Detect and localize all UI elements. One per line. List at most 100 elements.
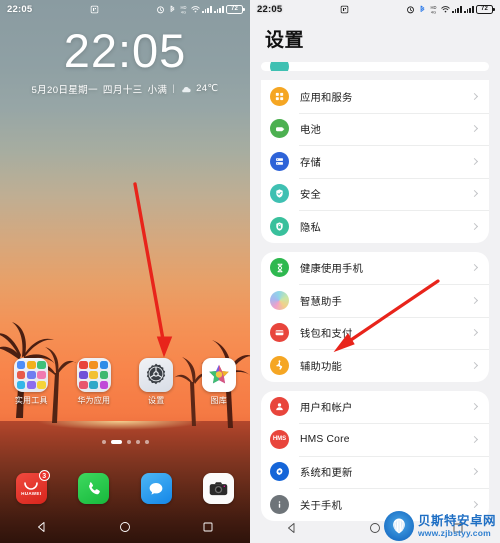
date-solar-term: 小满 (147, 84, 168, 96)
settings-row-hms-core[interactable]: HMS HMS Core (261, 423, 489, 456)
dock-item-messages[interactable] (125, 473, 188, 504)
wallet-payment-icon (270, 323, 289, 343)
hms-core-icon: HMS (270, 429, 289, 449)
partial-row-icon (270, 62, 289, 71)
dock-item-appgallery[interactable]: 3 HUAWEI (0, 470, 63, 504)
svg-text:4G: 4G (181, 10, 186, 14)
chevron-right-icon (470, 264, 479, 272)
status-icons: HD 4G 72 (406, 4, 495, 14)
recents-icon[interactable] (202, 521, 214, 533)
screenshot-root: 22:05 HD 4G 72 22:05 5月20日星期一 四月十三 小满 | … (0, 0, 500, 543)
shell-logo-icon (383, 511, 414, 541)
settings-row-label: 系统和更新 (300, 468, 353, 480)
app-icon-gallery[interactable]: 图库 (188, 358, 251, 406)
watermark: 贝斯特安卓网 www.zjbstyy.com (383, 511, 496, 541)
chevron-right-icon (470, 157, 479, 165)
settings-row-ai-assistant[interactable]: 智慧助手 (261, 284, 489, 317)
settings-gear-icon[interactable] (139, 358, 174, 392)
lockscreen-clock-widget: 22:05 5月20日星期一 四月十三 小满 | 24℃ (0, 24, 250, 96)
settings-group-1: 应用和服务 电池 存储 安全 隐私 (261, 80, 489, 243)
dock-item-camera[interactable] (188, 473, 251, 504)
folder-icon[interactable] (76, 358, 111, 392)
settings-row-storage[interactable]: 存储 (261, 145, 489, 178)
settings-row-accessibility[interactable]: 辅助功能 (261, 349, 489, 382)
clock-time: 22:05 (63, 24, 187, 77)
camera-icon[interactable] (203, 473, 235, 504)
date-lunar: 四月十三 (102, 84, 143, 96)
settings-row-label: 应用和服务 (300, 92, 353, 104)
status-time: 22:05 (257, 3, 283, 15)
signal-bars-icon-1 (452, 5, 462, 13)
page-dot-active[interactable] (110, 440, 122, 444)
privacy-lock-icon (270, 216, 289, 236)
page-dot[interactable] (144, 440, 149, 444)
left-nav-bar (0, 511, 250, 543)
battery-icon (270, 119, 289, 139)
settings-row-label: 健康使用手机 (300, 264, 363, 276)
brand-text: HUAWEI (21, 490, 42, 496)
wifi-icon (441, 5, 450, 12)
signal-bars-icon-2 (214, 5, 224, 13)
hd-call-icon: HD 4G (431, 5, 437, 14)
scrolled-partial-row (261, 62, 489, 71)
svg-text:4G: 4G (431, 10, 436, 14)
svg-text:HD: HD (181, 5, 187, 10)
settings-row-wallet-payment[interactable]: 钱包和支付 (261, 316, 489, 350)
app-icon-settings[interactable]: 设置 (125, 358, 188, 406)
svg-text:HD: HD (431, 5, 437, 10)
about-phone-icon (270, 494, 289, 514)
chevron-right-icon (470, 296, 479, 304)
bluetooth-icon (420, 5, 425, 12)
page-dot[interactable] (135, 440, 140, 444)
settings-row-privacy[interactable]: 隐私 (261, 210, 489, 243)
digital-balance-icon (270, 258, 289, 278)
signal-bars-icon-1 (202, 5, 212, 13)
page-indicator-dots[interactable] (0, 440, 250, 444)
page-dot[interactable] (126, 440, 131, 444)
notification-icon (90, 5, 99, 13)
date-separator: | (172, 83, 176, 95)
settings-row-battery[interactable]: 电池 (261, 112, 489, 146)
status-icons: HD 4G 72 (156, 4, 245, 14)
settings-row-label: 存储 (300, 157, 321, 169)
app-label: 华为应用 (77, 396, 111, 405)
app-label: 图库 (210, 396, 227, 405)
settings-row-digital-balance[interactable]: 健康使用手机 (261, 252, 489, 285)
chevron-right-icon (470, 403, 479, 411)
dock-item-phone[interactable] (63, 473, 126, 504)
gallery-icon[interactable] (201, 358, 236, 392)
notification-icon (340, 5, 349, 13)
storage-icon (270, 151, 289, 171)
left-status-bar: 22:05 HD 4G 72 (0, 0, 250, 18)
user-account-icon (270, 397, 289, 417)
settings-row-security[interactable]: 安全 (261, 177, 489, 211)
page-dot[interactable] (101, 440, 106, 444)
settings-row-system-update[interactable]: 系统和更新 (261, 455, 489, 489)
app-grid: 实用工具 华为应用 设置 图库 (0, 358, 250, 406)
hd-call-icon: HD 4G (181, 5, 187, 14)
back-icon[interactable] (36, 521, 48, 533)
app-icon-huawei-apps[interactable]: 华为应用 (63, 358, 126, 406)
app-icon-utilities[interactable]: 实用工具 (0, 358, 63, 406)
settings-group-2: 健康使用手机 智慧助手 钱包和支付 辅助功能 (261, 251, 489, 382)
settings-row-label: 钱包和支付 (300, 329, 353, 341)
date-line: 5月20日星期一 四月十三 小满 | 24℃ (0, 82, 250, 96)
settings-row-label: 关于手机 (300, 500, 342, 512)
chevron-right-icon (470, 92, 479, 100)
alarm-icon (157, 5, 165, 13)
chevron-right-icon (470, 500, 479, 508)
date-gregorian: 5月20日星期一 (31, 84, 98, 96)
back-icon[interactable] (286, 522, 298, 534)
settings-row-apps-services[interactable]: 应用和服务 (261, 80, 489, 113)
watermark-url: www.zjbstyy.com (417, 528, 491, 539)
status-notch-area (32, 5, 156, 14)
weather-temperature: 24℃ (196, 83, 219, 95)
home-icon[interactable] (369, 522, 381, 534)
folder-icon[interactable] (14, 358, 49, 392)
chevron-right-icon (470, 329, 479, 337)
settings-row-users-accounts[interactable]: 用户和帐户 (261, 391, 489, 424)
settings-group-3: 用户和帐户 HMS HMS Core 系统和更新 关于手机 (261, 390, 489, 521)
messages-icon[interactable] (140, 473, 172, 504)
home-icon[interactable] (119, 521, 131, 533)
phone-icon[interactable] (78, 473, 110, 504)
